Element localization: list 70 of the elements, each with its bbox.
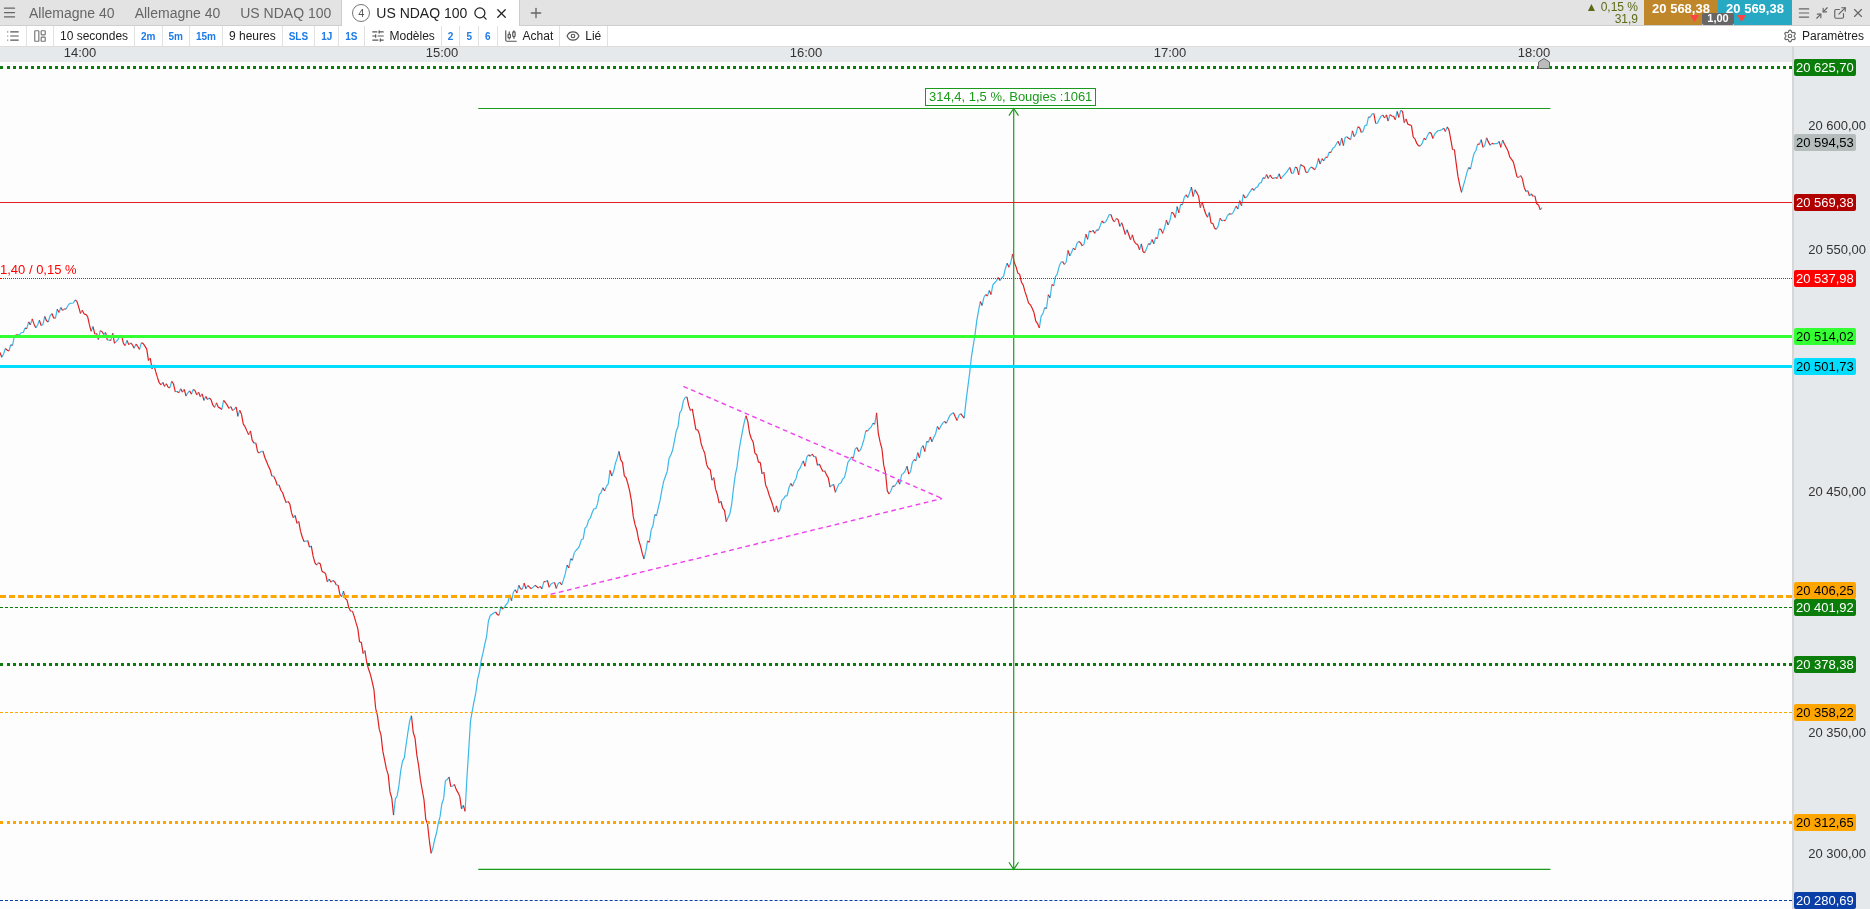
price-axis-label: 20 550,00	[1808, 241, 1866, 259]
change-percent: ▲ 0,15 %	[1585, 0, 1638, 13]
price-level-line[interactable]	[0, 278, 1792, 280]
price-tag: 20 501,73	[1794, 357, 1856, 375]
spread-badge: 1,00	[1702, 13, 1734, 25]
price-tag: 20 514,02	[1794, 328, 1856, 346]
time-axis-label: 14:00	[63, 45, 97, 60]
price-tag: 20 378,38	[1794, 655, 1856, 673]
price-level-line[interactable]	[0, 662, 1792, 666]
time-axis-label: 16:00	[789, 45, 823, 60]
templates-button[interactable]: Modèles	[364, 26, 442, 46]
tab[interactable]: Allemagne 40	[19, 0, 125, 25]
down-triangle-icon	[1690, 15, 1700, 22]
buy-price-button[interactable]: 20 569,38	[1718, 0, 1792, 15]
price-level-line[interactable]	[0, 606, 1792, 608]
minimize-icon[interactable]	[1815, 5, 1829, 20]
sliders-icon	[370, 29, 385, 43]
sell-price-button[interactable]: 20 568,38	[1644, 0, 1718, 15]
measurement-label: 314,4, 1,5 %, Bougies :1061	[925, 88, 1097, 106]
time-marker-icon[interactable]	[1538, 58, 1550, 69]
measure-arrow[interactable]	[1008, 107, 1020, 871]
price-tag: 20 312,65	[1794, 814, 1856, 832]
price-axis-label: 20 450,00	[1808, 482, 1866, 500]
layout-count-button[interactable]: 6	[479, 26, 498, 46]
price-axis-label: 20 350,00	[1808, 724, 1866, 742]
settings-button[interactable]: Paramètres	[1776, 26, 1870, 46]
price-tag: 20 625,70	[1794, 58, 1856, 76]
period-dropdown[interactable]: 9 heures	[223, 26, 283, 46]
price-axis-label: 20 300,00	[1808, 844, 1866, 862]
price-tag: 20 358,22	[1794, 704, 1856, 722]
tab[interactable]: US NDAQ 100	[230, 0, 342, 25]
price-line-label: 1,40 / 0,15 %	[0, 261, 77, 277]
interval-button[interactable]: 5m	[162, 26, 190, 46]
candlestick-icon	[503, 29, 518, 43]
time-axis-label: 18:00	[1517, 45, 1551, 60]
link-button[interactable]: Lié	[560, 26, 609, 46]
measure-line[interactable]	[477, 107, 1551, 110]
period-button[interactable]: 1S	[339, 26, 365, 46]
time-axis-label: 15:00	[425, 45, 459, 60]
layout-count-button[interactable]: 2	[441, 26, 461, 46]
change-points: 31,9	[1614, 12, 1638, 25]
interval-button[interactable]: 2m	[135, 26, 163, 46]
price-tag: 20 406,25	[1794, 581, 1856, 599]
price-tag: 20 569,38	[1794, 194, 1856, 212]
measure-line[interactable]	[477, 868, 1551, 870]
down-triangle-icon	[1736, 15, 1746, 22]
tab[interactable]: Allemagne 40	[124, 0, 231, 25]
price-tag: 20 594,53	[1794, 133, 1856, 151]
period-button[interactable]: SLS	[282, 26, 316, 46]
list-icon[interactable]	[6, 29, 20, 43]
search-icon[interactable]	[473, 5, 489, 21]
eye-icon	[566, 29, 581, 43]
price-tag: 20 537,98	[1794, 270, 1856, 288]
time-axis-label: 17:00	[1153, 45, 1187, 60]
price-level-line[interactable]	[0, 65, 1792, 69]
order-button[interactable]: Achat	[497, 26, 561, 46]
price-axis-label: 20 600,00	[1808, 116, 1866, 134]
external-link-icon[interactable]	[1833, 5, 1847, 20]
price-level-line[interactable]	[0, 899, 1792, 901]
price-level-line[interactable]	[0, 202, 1792, 204]
timeframe-dropdown[interactable]: 10 secondes	[54, 26, 136, 46]
layout-count-button[interactable]: 5	[460, 26, 479, 46]
menu-icon[interactable]	[2, 5, 17, 20]
tab[interactable]: 4 US NDAQ 100	[341, 0, 521, 26]
price-tag: 20 280,69	[1794, 891, 1856, 909]
layout-icon[interactable]	[33, 29, 47, 43]
period-button[interactable]: 1J	[315, 26, 340, 46]
interval-button[interactable]: 15m	[189, 26, 223, 46]
settings-icon	[1782, 29, 1797, 43]
menu-icon[interactable]	[1797, 5, 1811, 20]
